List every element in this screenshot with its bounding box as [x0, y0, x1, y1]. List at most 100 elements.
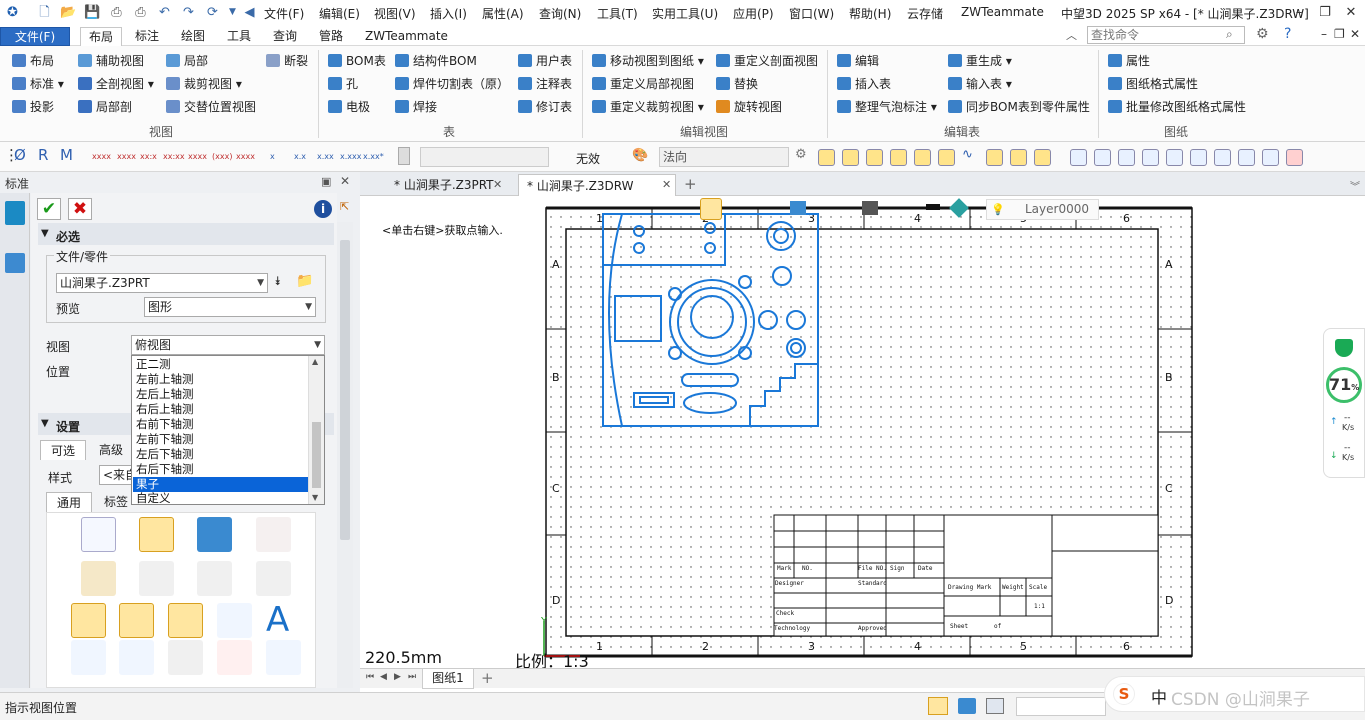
insert-table-button[interactable]: 插入表	[837, 75, 891, 93]
panel-scrollbar[interactable]	[337, 222, 353, 688]
sheet-properties-button[interactable]: 属性	[1108, 52, 1150, 70]
new-file-icon[interactable]: 🗋	[36, 4, 53, 21]
arrange-balloon-button[interactable]: 整理气泡标注 ▾	[837, 98, 937, 116]
tool-b-icon[interactable]	[1094, 149, 1111, 166]
gear-icon[interactable]: ⚙	[1256, 26, 1269, 42]
play-icon[interactable]	[818, 149, 835, 166]
prev-sheet-icon[interactable]: ◀	[380, 672, 387, 682]
scroll-down-icon[interactable]: ▼	[312, 493, 318, 502]
tab-query[interactable]: 查询	[265, 27, 305, 46]
filter-combo[interactable]	[420, 147, 549, 167]
ok-button[interactable]: ✔	[37, 198, 61, 220]
dropdown-option[interactable]: 左前上轴测	[133, 372, 308, 387]
refresh-icon[interactable]: ⟳	[204, 4, 221, 21]
tab-zwteammate[interactable]: ZWTeammate	[357, 27, 456, 46]
double-chevron-down-icon[interactable]: ⯯	[274, 274, 281, 289]
points-icon[interactable]	[842, 149, 859, 166]
precision-4-icon[interactable]: x.xx*	[363, 152, 384, 161]
replace-button[interactable]: 替换	[716, 75, 758, 93]
curve-icon[interactable]	[986, 149, 1003, 166]
precision-0-icon[interactable]: x	[270, 152, 275, 161]
filter-icon[interactable]	[398, 147, 410, 165]
aux-view-button[interactable]: 辅助视图	[78, 52, 144, 70]
dropdown-option[interactable]: 左前下轴测	[133, 432, 308, 447]
shaded-icon[interactable]	[197, 517, 232, 552]
tool-e-icon[interactable]	[1166, 149, 1183, 166]
last-sheet-icon[interactable]: ⏭	[408, 672, 416, 682]
tool-d-icon[interactable]	[1142, 149, 1159, 166]
first-sheet-icon[interactable]: ⏮	[366, 672, 374, 682]
move-view-button[interactable]: 移动视图到图纸 ▾	[592, 52, 704, 70]
tab-label[interactable]: 标签	[96, 492, 136, 512]
wireframe-icon[interactable]	[81, 517, 116, 552]
tab-advanced[interactable]: 高级	[88, 440, 134, 460]
wave-icon[interactable]	[71, 640, 106, 675]
search-input[interactable]: 查找命令	[1087, 26, 1245, 44]
tab-list-icon[interactable]: ︾	[1350, 178, 1360, 193]
tool-h-icon[interactable]	[1238, 149, 1255, 166]
precision-1-icon[interactable]: x.x	[294, 152, 306, 161]
format-box-icon[interactable]: xxxx	[188, 152, 207, 161]
radius-icon[interactable]: R	[38, 146, 48, 164]
m-icon[interactable]: M	[60, 146, 73, 164]
view-style-icon[interactable]	[700, 198, 722, 220]
menu-tools[interactable]: 工具(T)	[597, 5, 638, 22]
hidden-line-icon[interactable]	[139, 517, 174, 552]
next-sheet-icon[interactable]: ▶	[394, 672, 401, 682]
menu-attribute[interactable]: 属性(A)	[482, 5, 524, 22]
redefine-detail-button[interactable]: 重定义局部视图	[592, 75, 694, 93]
collapse-arrow-icon[interactable]: ▼	[41, 228, 49, 239]
drawing-canvas[interactable]: 1 2 3 4 5 6 1 2 3 4 5 6 A B C D A B C D	[360, 196, 1365, 668]
spline-icon[interactable]: ∿	[962, 147, 973, 162]
precision-2-icon[interactable]: x.xx	[317, 152, 334, 161]
menu-apps[interactable]: 应用(P)	[733, 5, 774, 22]
weld-table-button[interactable]: 焊接	[395, 98, 437, 116]
menu-query[interactable]: 查询(N)	[539, 5, 581, 22]
restore-icon[interactable]: ❐	[1315, 3, 1335, 23]
projection-button[interactable]: 投影	[12, 98, 54, 116]
detail-button[interactable]: 局部	[166, 52, 208, 70]
redefine-crop-button[interactable]: 重定义裁剪视图 ▾	[592, 98, 704, 116]
shaded-edges-icon[interactable]	[256, 517, 291, 552]
tab-file[interactable]: 文件(F)	[0, 27, 70, 46]
edit-button[interactable]: 编辑	[837, 52, 879, 70]
tab-general[interactable]: 通用	[46, 492, 92, 512]
sync-bom-button[interactable]: 同步BOM表到零件属性	[948, 98, 1090, 116]
tool-a-icon[interactable]	[1070, 149, 1087, 166]
doc-restore-icon[interactable]: ❐	[1334, 27, 1345, 41]
collapse-ribbon-icon[interactable]: ︿	[1066, 27, 1077, 43]
partial-section-button[interactable]: 局部剖	[78, 98, 132, 116]
hole-table-button[interactable]: 孔	[328, 75, 358, 93]
doc-tab-part[interactable]: * 山涧果子.Z3PRT	[386, 174, 502, 196]
close-icon[interactable]: ✕	[1341, 3, 1361, 23]
property-panel-icon[interactable]	[5, 201, 25, 225]
menu-view[interactable]: 视图(V)	[374, 5, 416, 22]
sheet-format-props-button[interactable]: 图纸格式属性	[1108, 75, 1198, 93]
menu-zwteammate[interactable]: ZWTeammate	[961, 5, 1044, 19]
text-style-icon[interactable]: A	[266, 600, 289, 640]
tab-annotation[interactable]: 标注	[127, 27, 167, 46]
format-xxx-icon[interactable]: xx:xx	[163, 152, 185, 161]
batch-format-props-button[interactable]: 批量修改图纸格式属性	[1108, 98, 1246, 116]
note-table-button[interactable]: 注释表	[518, 75, 572, 93]
status-list-icon[interactable]	[986, 698, 1004, 714]
undo-icon[interactable]: ↶	[156, 4, 173, 21]
menu-help[interactable]: 帮助(H)	[849, 5, 891, 22]
standard-button[interactable]: 标准 ▾	[12, 75, 64, 93]
circle2-icon[interactable]	[938, 149, 955, 166]
crop-view-button[interactable]: 裁剪视图 ▾	[166, 75, 242, 93]
status-mode-icon[interactable]	[928, 697, 948, 715]
doc-minimize-icon[interactable]: –	[1321, 27, 1327, 41]
open-file-icon[interactable]: 📂	[60, 4, 77, 21]
dropdown-option[interactable]: 自定义	[133, 492, 308, 504]
hatch-icon[interactable]	[217, 640, 252, 675]
menu-file[interactable]: 文件(F)	[264, 5, 304, 22]
diameter-icon[interactable]: Ø	[14, 146, 26, 164]
redo-icon[interactable]: ↷	[180, 4, 197, 21]
doc-tab-part-close-icon[interactable]: ✕	[493, 178, 502, 191]
thread-icon[interactable]	[197, 561, 232, 596]
new-tab-icon[interactable]: +	[684, 175, 697, 193]
panel-pin-icon[interactable]: ▣	[321, 175, 331, 188]
file-part-combo[interactable]: 山涧果子.Z3PRT ▼	[56, 273, 268, 293]
bom-table-button[interactable]: BOM表	[328, 52, 386, 70]
